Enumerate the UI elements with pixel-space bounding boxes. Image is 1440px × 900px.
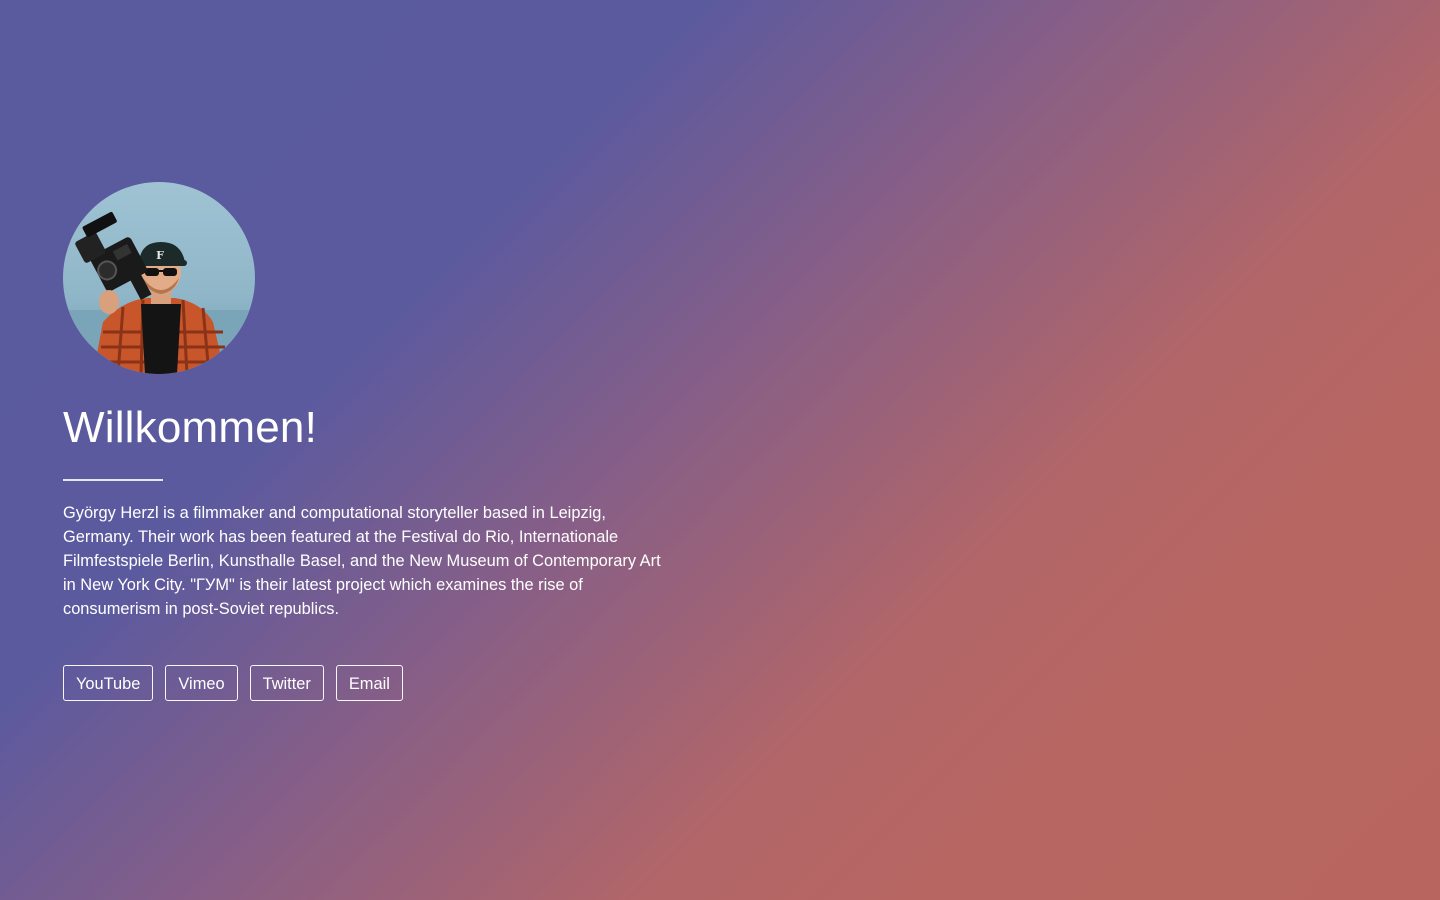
vimeo-link-button[interactable]: Vimeo bbox=[165, 664, 238, 701]
title-divider bbox=[63, 478, 163, 481]
avatar: F bbox=[63, 182, 255, 374]
social-links: YouTube Vimeo Twitter Email bbox=[63, 664, 663, 701]
bio-text: György Herzl is a filmmaker and computat… bbox=[63, 503, 661, 618]
twitter-link-button[interactable]: Twitter bbox=[249, 664, 324, 701]
youtube-link-button[interactable]: YouTube bbox=[63, 664, 154, 701]
email-link-button[interactable]: Email bbox=[335, 664, 403, 701]
avatar-photo: F bbox=[63, 182, 255, 374]
page-title: Willkommen! bbox=[63, 403, 317, 452]
intro-section: F Willkommen! György Herzl is a filmmake… bbox=[63, 182, 663, 701]
svg-text:F: F bbox=[156, 249, 164, 262]
